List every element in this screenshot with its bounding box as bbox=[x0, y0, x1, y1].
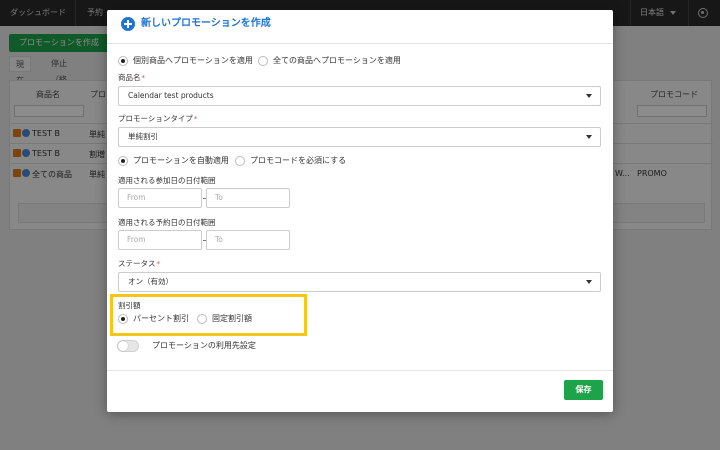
radio-auto-apply-label[interactable]: プロモーションを自動適用 bbox=[133, 155, 229, 167]
status-select-value: オン（有効） bbox=[128, 277, 173, 286]
discount-highlight-frame bbox=[110, 294, 307, 336]
caret-down-icon bbox=[586, 135, 592, 139]
plus-circle-icon bbox=[121, 17, 135, 31]
caret-down-icon bbox=[586, 94, 592, 98]
caret-down-icon bbox=[586, 280, 592, 284]
reservation-range-label: 適用される予約日の日付範囲 bbox=[118, 218, 216, 227]
status-select[interactable]: オン（有効） bbox=[118, 272, 601, 292]
radio-require-code-label[interactable]: プロモコードを必須にする bbox=[250, 155, 346, 167]
save-button[interactable]: 保存 bbox=[564, 380, 603, 400]
promo-type-select[interactable]: 単純割引 bbox=[118, 127, 601, 147]
reservation-from-input[interactable]: From bbox=[118, 230, 202, 250]
radio-individual-products[interactable] bbox=[118, 56, 128, 66]
status-label: ステータス* bbox=[118, 259, 160, 268]
date-to-placeholder: To bbox=[215, 235, 223, 244]
radio-all-products[interactable] bbox=[258, 56, 268, 66]
date-from-placeholder: From bbox=[127, 235, 146, 244]
usage-settings-toggle[interactable] bbox=[117, 340, 139, 352]
date-from-placeholder: From bbox=[127, 193, 146, 202]
product-select-value: Calendar test products bbox=[128, 91, 214, 100]
modal-title: 新しいプロモーションを作成 bbox=[141, 18, 271, 29]
modal-header: 新しいプロモーションを作成 bbox=[107, 10, 613, 44]
radio-all-products-label[interactable]: 全ての商品へプロモーションを適用 bbox=[273, 55, 401, 67]
date-to-placeholder: To bbox=[215, 193, 223, 202]
product-label: 商品名* bbox=[118, 73, 145, 82]
radio-individual-products-label[interactable]: 個別商品へプロモーションを適用 bbox=[133, 55, 253, 67]
promo-type-label: プロモーションタイプ* bbox=[118, 114, 198, 123]
reservation-to-input[interactable]: To bbox=[206, 230, 290, 250]
modal-footer: 保存 bbox=[107, 370, 613, 412]
participation-from-input[interactable]: From bbox=[118, 188, 202, 208]
promo-type-select-value: 単純割引 bbox=[128, 132, 158, 141]
participation-range-label: 適用される参加日の日付範囲 bbox=[118, 176, 216, 185]
radio-auto-apply[interactable] bbox=[118, 156, 128, 166]
participation-to-input[interactable]: To bbox=[206, 188, 290, 208]
radio-require-code[interactable] bbox=[235, 156, 245, 166]
product-select[interactable]: Calendar test products bbox=[118, 86, 601, 106]
usage-settings-label: プロモーションの利用先設定 bbox=[152, 341, 256, 350]
